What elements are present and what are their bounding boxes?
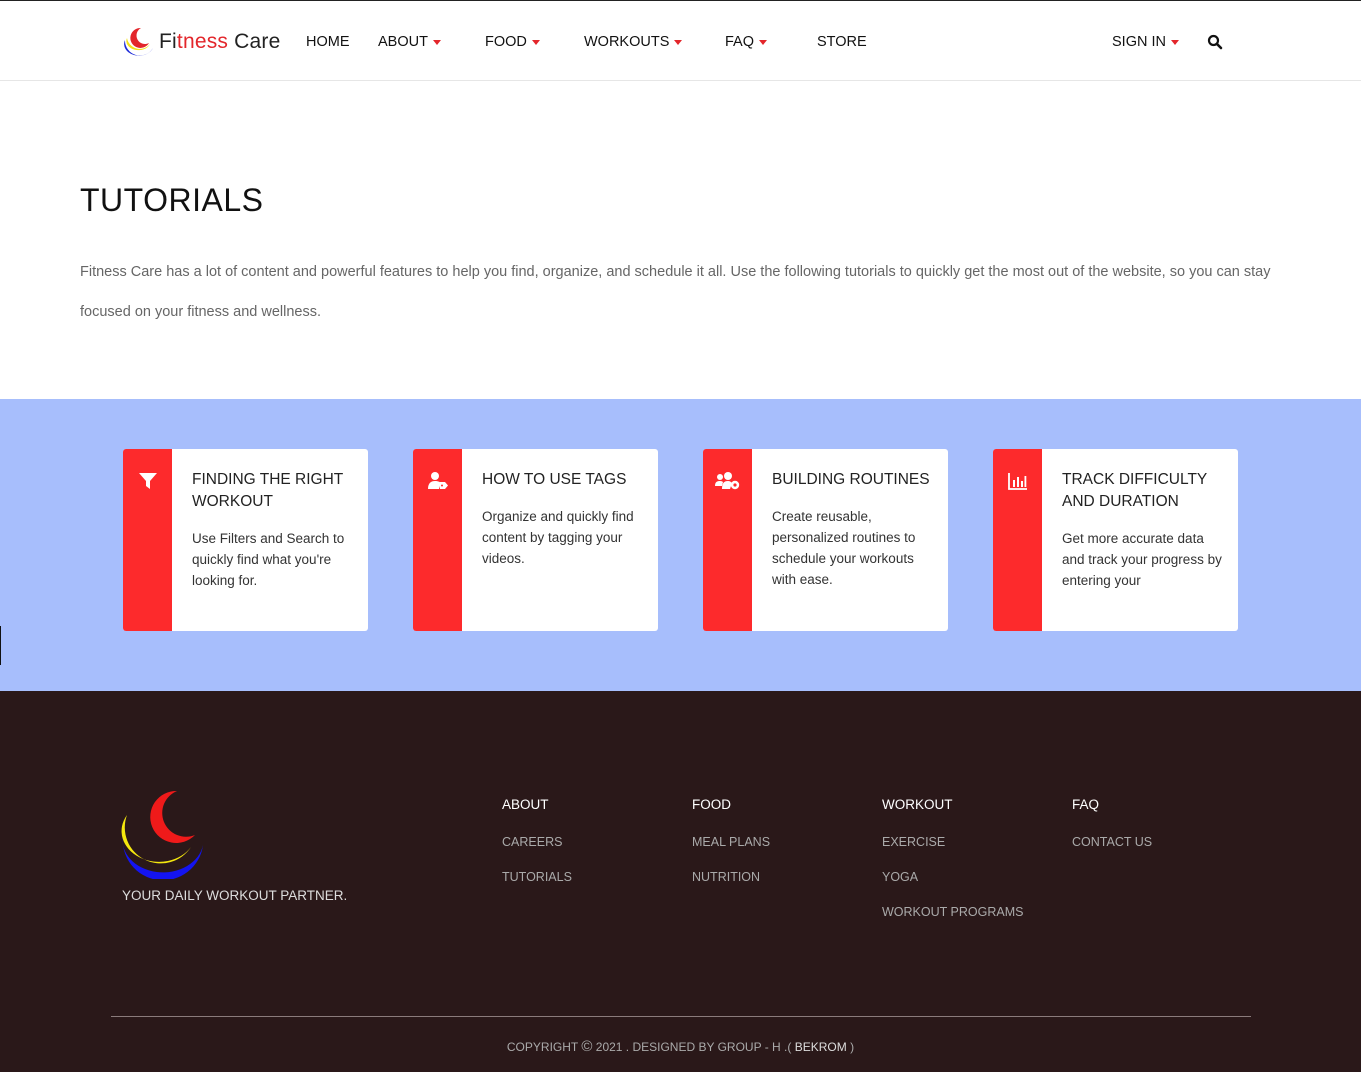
team-link[interactable]: BEKROM [795, 1040, 847, 1054]
intro-paragraph: Fitness Care has a lot of content and po… [80, 264, 1271, 320]
card-accent-bar [703, 449, 752, 631]
nav-store[interactable]: STORE [817, 34, 867, 50]
nav-sign-in-label: SIGN IN [1112, 34, 1166, 50]
caret-down-icon [674, 40, 683, 45]
footer-link-workout-programs[interactable]: WORKOUT PROGRAMS [882, 903, 1023, 938]
footer-link-meal-plans[interactable]: MEAL PLANS [692, 833, 770, 868]
nav-workouts-label: WORKOUTS [584, 34, 670, 50]
caret-down-icon [1170, 40, 1179, 45]
footer-heading-food[interactable]: FOOD [692, 797, 770, 813]
tutorial-cards-section: FINDING THE RIGHT WORKOUT Use Filters an… [0, 399, 1361, 691]
nav-home-label: HOME [306, 34, 350, 50]
search-icon[interactable] [1207, 34, 1223, 50]
site-footer: YOUR DAILY WORKOUT PARTNER. ABOUT CAREER… [0, 691, 1361, 1072]
nav-food-label: FOOD [485, 34, 527, 50]
card-title: TRACK DIFFICULTY AND DURATION [1062, 471, 1207, 510]
nav-faq[interactable]: FAQ [725, 34, 768, 50]
footer-column-about: ABOUT CAREERS TUTORIALS [502, 797, 572, 903]
top-navbar: Fitness Care HOME ABOUT FOOD WORKOUTS FA… [0, 0, 1361, 81]
nav-home[interactable]: HOME [306, 34, 350, 50]
footer-tagline: YOUR DAILY WORKOUT PARTNER. [122, 888, 348, 903]
nav-food[interactable]: FOOD [485, 34, 540, 50]
footer-link-yoga[interactable]: YOGA [882, 868, 1023, 903]
footer-heading-faq[interactable]: FAQ [1072, 797, 1152, 813]
footer-link-nutrition[interactable]: NUTRITION [692, 868, 770, 903]
nav-about-label: ABOUT [378, 34, 428, 50]
users-cog-icon [715, 472, 740, 490]
nav-store-label: STORE [817, 34, 867, 50]
user-tag-icon [428, 472, 448, 489]
footer-link-tutorials[interactable]: TUTORIALS [502, 868, 572, 903]
nav-faq-label: FAQ [725, 34, 755, 50]
nav-sign-in[interactable]: SIGN IN [1112, 34, 1179, 50]
copyright-icon: © [581, 1038, 593, 1055]
tutorial-card-track[interactable]: TRACK DIFFICULTY AND DURATION Get more a… [993, 449, 1238, 631]
nav-workouts[interactable]: WORKOUTS [584, 34, 683, 50]
caret-down-icon [759, 40, 768, 45]
footer-link-careers[interactable]: CAREERS [502, 833, 572, 868]
card-text: Use Filters and Search to quickly find w… [192, 531, 345, 588]
page-title: TUTORIALS [80, 182, 264, 218]
copyright-middle: 2021 . DESIGNED BY GROUP - H .( [595, 1040, 792, 1054]
footer-heading-about[interactable]: ABOUT [502, 797, 572, 813]
nav-about[interactable]: ABOUT [378, 34, 441, 50]
moon-logo-icon [124, 27, 153, 56]
tutorial-card-tags[interactable]: HOW TO USE TAGS Organize and quickly fin… [413, 449, 658, 631]
copyright-suffix: ) [850, 1040, 855, 1054]
card-text: Create reusable, personalized routines t… [772, 509, 916, 587]
brand-name: Fitness Care [159, 30, 281, 53]
card-title: HOW TO USE TAGS [482, 471, 627, 488]
card-accent-bar [123, 449, 172, 631]
tutorial-card-finding-workout[interactable]: FINDING THE RIGHT WORKOUT Use Filters an… [123, 449, 368, 631]
footer-link-contact-us[interactable]: CONTACT US [1072, 833, 1152, 868]
card-title: FINDING THE RIGHT WORKOUT [192, 471, 343, 510]
footer-heading-workout[interactable]: WORKOUT [882, 797, 1023, 813]
brand-logo[interactable]: Fitness Care [121, 25, 280, 59]
tutorial-card-routines[interactable]: BUILDING ROUTINES Create reusable, perso… [703, 449, 948, 631]
footer-link-exercise[interactable]: EXERCISE [882, 833, 1023, 868]
copyright-prefix: COPYRIGHT [506, 1040, 579, 1054]
card-accent-bar [413, 449, 462, 631]
caret-down-icon [531, 40, 540, 45]
footer-column-food: FOOD MEAL PLANS NUTRITION [692, 797, 770, 903]
footer-column-faq: FAQ CONTACT US [1072, 797, 1152, 868]
footer-column-workout: WORKOUT EXERCISE YOGA WORKOUT PROGRAMS [882, 797, 1023, 938]
copyright-text: COPYRIGHT © 2021 . DESIGNED BY GROUP - H… [0, 1038, 1361, 1055]
chart-bar-icon [1008, 473, 1027, 490]
card-text: Get more accurate data and track your pr… [1062, 531, 1222, 588]
filter-icon [139, 473, 157, 489]
moon-logo-icon [121, 790, 203, 879]
left-edge-line [0, 626, 1, 665]
card-text: Organize and quickly find content by tag… [482, 509, 634, 566]
footer-divider [111, 1016, 1251, 1017]
card-accent-bar [993, 449, 1042, 631]
caret-down-icon [432, 40, 441, 45]
card-title: BUILDING ROUTINES [772, 471, 930, 488]
